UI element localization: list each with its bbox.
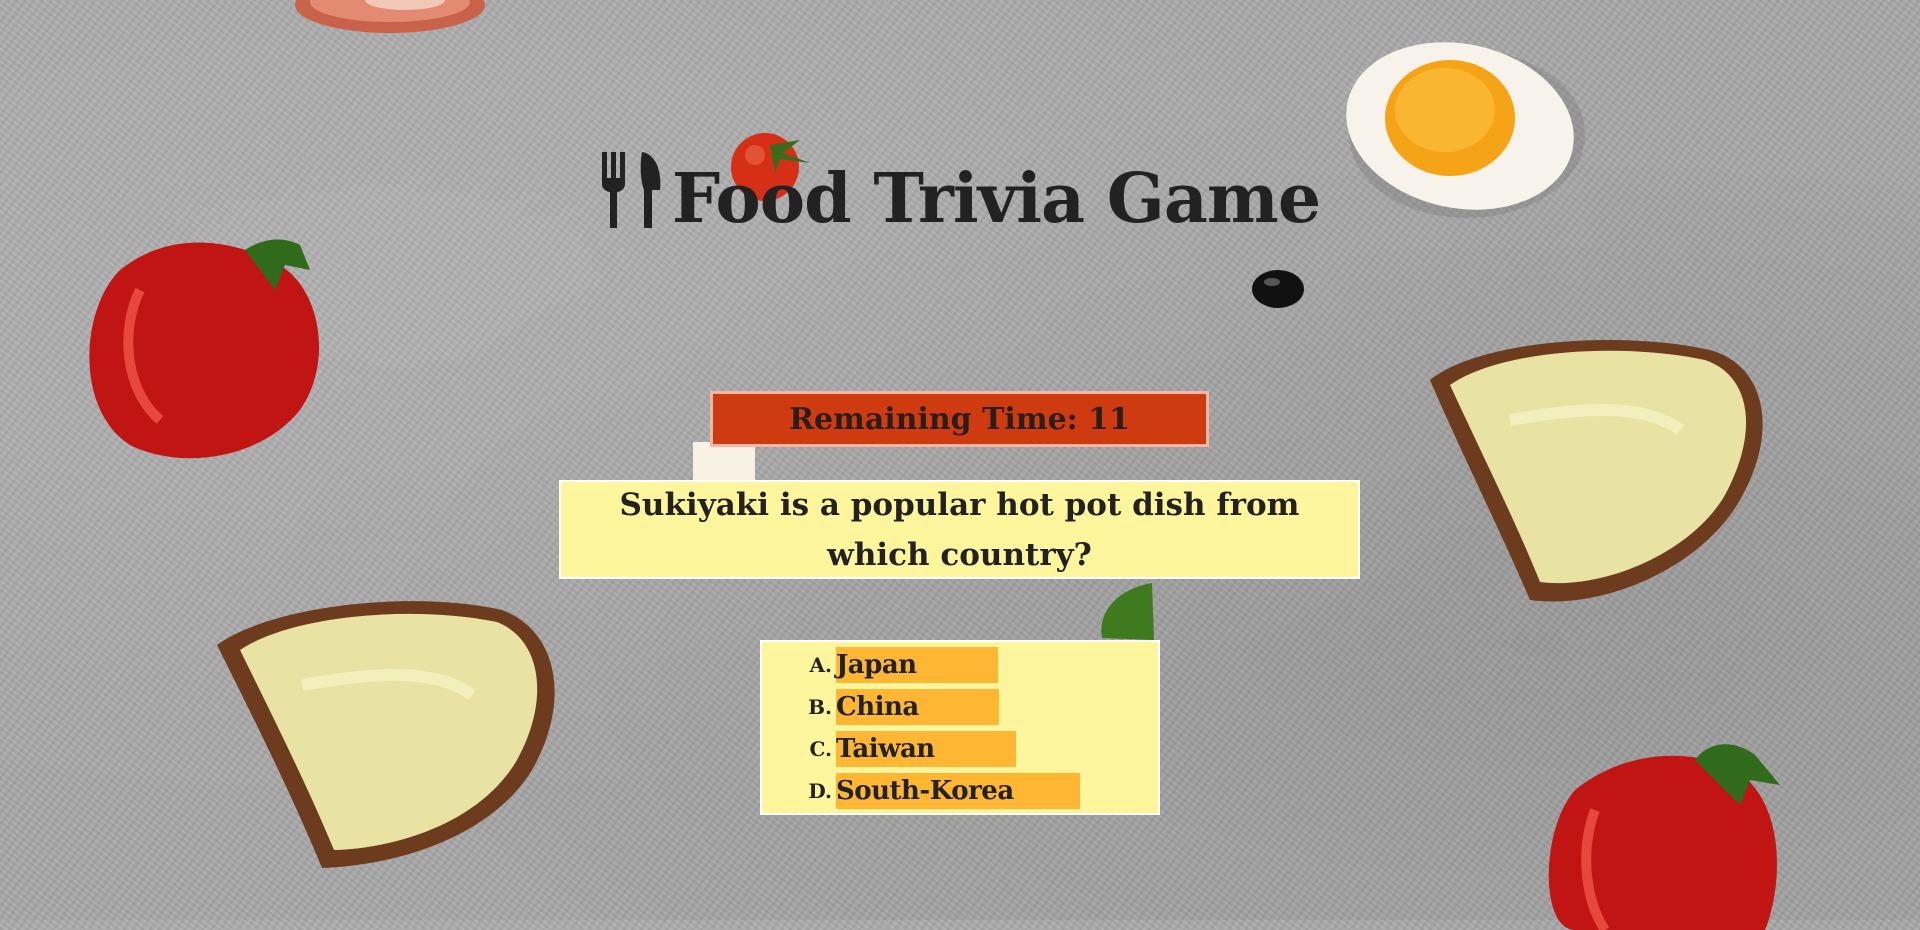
red-pepper-image: [89, 239, 320, 459]
answer-letter: A.: [809, 653, 832, 677]
question-box: Sukiyaki is a popular hot pot dish from …: [559, 480, 1360, 579]
answer-option-a[interactable]: A. Japan: [802, 647, 998, 683]
buttered-bread-image: [217, 601, 555, 868]
utensils-icon: [600, 150, 664, 245]
answer-label[interactable]: China: [836, 689, 999, 725]
page-title: Food Trivia Game: [0, 150, 1920, 245]
remaining-time-banner: Remaining Time: 11: [710, 391, 1209, 447]
answer-letter: D.: [808, 779, 832, 803]
remaining-time-label: Remaining Time: 11: [789, 401, 1130, 437]
answer-label[interactable]: South-Korea: [836, 773, 1080, 809]
page-title-text: Food Trivia Game: [671, 159, 1321, 239]
red-pepper-image: [1548, 744, 1780, 930]
answer-label[interactable]: Taiwan: [836, 731, 1016, 767]
answer-option-b[interactable]: B. China: [802, 689, 999, 725]
olive-image: [1252, 270, 1304, 308]
ham-slice-image: [295, 0, 485, 33]
basil-leaf-image: [1101, 583, 1154, 640]
answer-option-d[interactable]: D. South-Korea: [802, 773, 1080, 809]
answer-letter: C.: [809, 737, 832, 761]
answer-letter: B.: [808, 695, 832, 719]
buttered-bread-image: [1430, 340, 1763, 602]
answer-list: A. Japan B. China C. Taiwan D. South-Kor…: [760, 640, 1160, 815]
question-text: Sukiyaki is a popular hot pot dish from …: [619, 486, 1300, 573]
answer-option-c[interactable]: C. Taiwan: [802, 731, 1016, 767]
answer-label[interactable]: Japan: [836, 647, 998, 683]
